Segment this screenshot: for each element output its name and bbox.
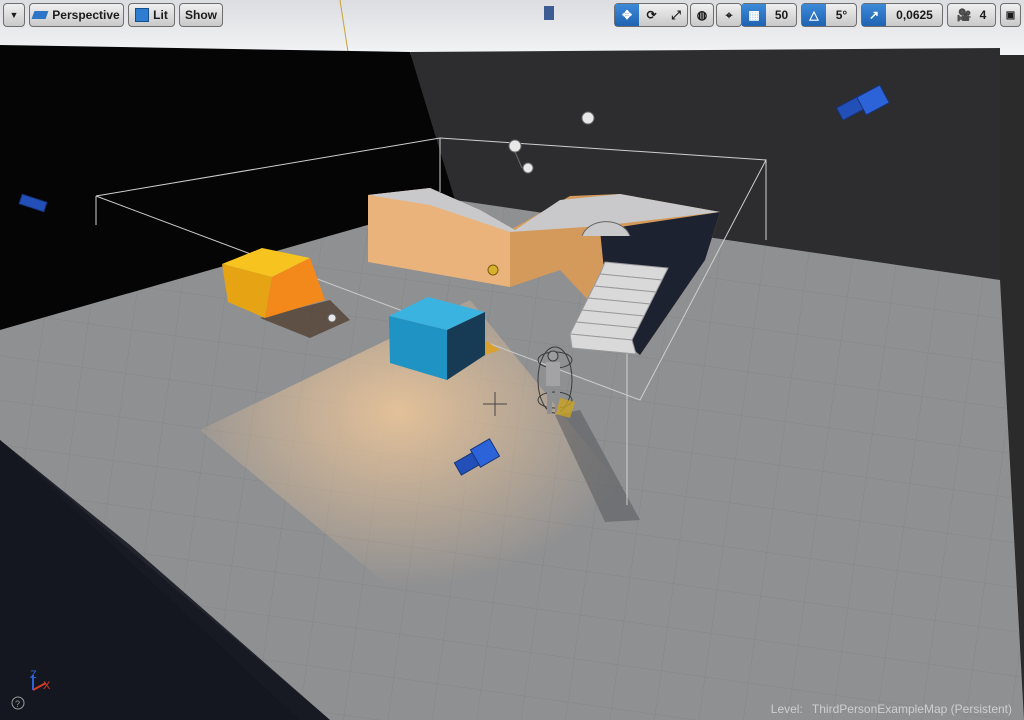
show-button[interactable]: Show [179, 3, 223, 27]
surface-snapping-button[interactable]: ⌖ [716, 3, 742, 27]
level-viewport[interactable]: Z X ? ▼ Perspective Lit Show ✥ ⟳ ⤢ ◍ ⌖ ▦… [0, 0, 1024, 720]
grid-snap-group: ▦ 50 [741, 3, 797, 27]
angle-icon: △ [809, 8, 819, 22]
scale-icon: ⤢ [671, 7, 681, 22]
perspective-label: Perspective [52, 8, 120, 22]
transform-tools-group: ✥ ⟳ ⤢ [614, 3, 688, 27]
surface-snapping-icon: ⌖ [725, 7, 733, 22]
world-icon: ◍ [696, 8, 708, 22]
rotation-snap-toggle[interactable]: △ [802, 4, 826, 26]
z-axis-label: Z [30, 669, 37, 681]
maximize-icon: ▣ [1005, 9, 1016, 21]
camera-speed-icon: 🎥 [956, 8, 972, 22]
rotate-icon: ⟳ [646, 8, 657, 22]
rotate-tool-button[interactable]: ⟳ [639, 4, 664, 26]
lit-button[interactable]: Lit [128, 3, 175, 27]
scale-snap-icon: ↗ [868, 8, 880, 22]
x-axis-label: X [43, 680, 51, 692]
rotation-snap-group: △ 5° [801, 3, 857, 27]
show-label: Show [185, 8, 217, 22]
perspective-icon [31, 11, 49, 19]
scale-tool-button[interactable]: ⤢ [664, 4, 688, 26]
world-local-toggle[interactable]: ◍ [690, 3, 714, 27]
lit-icon [135, 8, 150, 22]
level-label: Level: [770, 702, 803, 716]
rotation-snap-value[interactable]: 5° [826, 4, 857, 26]
grid-snap-toggle[interactable]: ▦ [742, 4, 766, 26]
translate-tool-button[interactable]: ✥ [615, 4, 639, 26]
translate-icon: ✥ [621, 8, 633, 22]
camera-speed-button[interactable]: 🎥 4 [947, 3, 996, 27]
scene-render[interactable]: Z X ? [0, 0, 1024, 720]
perspective-button[interactable]: Perspective [29, 3, 124, 27]
grid-icon: ▦ [748, 8, 760, 22]
lit-label: Lit [153, 8, 168, 22]
rotation-snap-label: 5° [835, 8, 848, 22]
svg-text:?: ? [15, 699, 20, 709]
grid-snap-label: 50 [774, 8, 789, 22]
level-name: ThirdPersonExampleMap (Persistent) [811, 702, 1012, 716]
scale-snap-toggle[interactable]: ↗ [862, 4, 886, 26]
scale-snap-group: ↗ 0,0625 [861, 3, 943, 27]
scale-snap-label: 0,0625 [896, 8, 933, 22]
chevron-down-icon: ▼ [9, 10, 19, 20]
maximize-viewport-button[interactable]: ▣ [1000, 3, 1021, 27]
scale-snap-value[interactable]: 0,0625 [886, 4, 943, 26]
level-indicator: Level: ThirdPersonExampleMap (Persistent… [771, 702, 1012, 716]
camera-speed-label: 4 [979, 8, 987, 22]
grid-snap-value[interactable]: 50 [766, 4, 797, 26]
viewport-options-button[interactable]: ▼ [3, 3, 25, 27]
